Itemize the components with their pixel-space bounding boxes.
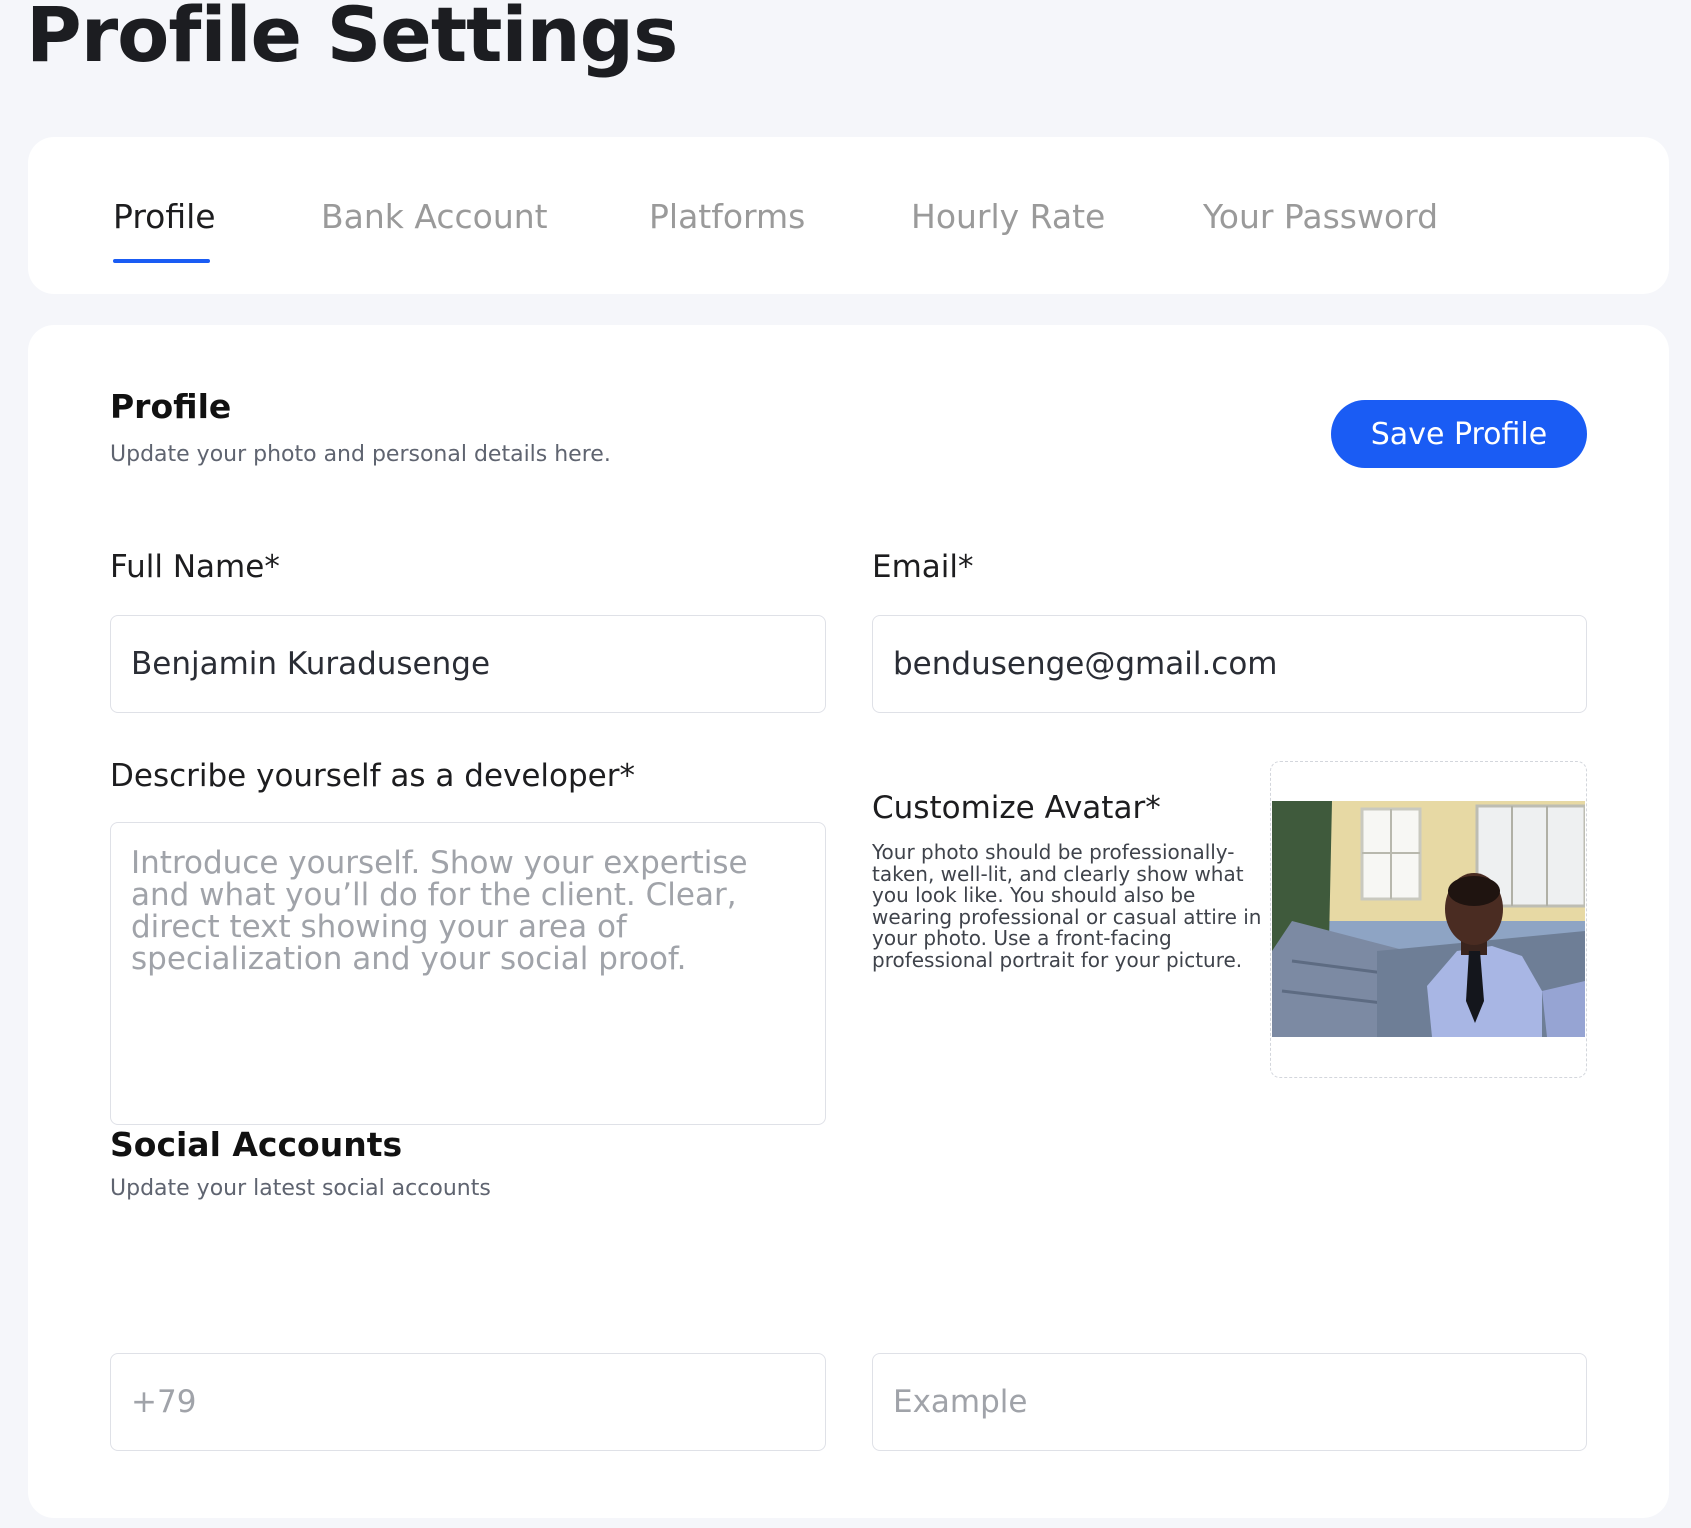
- profile-section-subtitle: Update your photo and personal details h…: [110, 442, 611, 467]
- settings-tabs: Profile Bank Account Platforms Hourly Ra…: [28, 137, 1669, 294]
- profile-section-title: Profile: [110, 387, 232, 426]
- full-name-label: Full Name*: [110, 549, 280, 585]
- tab-profile[interactable]: Profile: [113, 197, 216, 236]
- tab-bank-account[interactable]: Bank Account: [321, 197, 548, 236]
- save-profile-button[interactable]: Save Profile: [1331, 400, 1587, 468]
- full-name-input[interactable]: [110, 615, 826, 713]
- email-input[interactable]: [872, 615, 1587, 713]
- social-section-title: Social Accounts: [110, 1125, 403, 1164]
- social-example-input[interactable]: [872, 1353, 1587, 1451]
- avatar-label: Customize Avatar*: [872, 790, 1161, 826]
- tab-platforms[interactable]: Platforms: [649, 197, 805, 236]
- avatar-help-text: Your photo should be professionally-take…: [872, 840, 1262, 972]
- active-tab-indicator: [113, 259, 210, 263]
- bio-label: Describe yourself as a developer*: [110, 758, 636, 794]
- social-phone-input[interactable]: [110, 1353, 826, 1451]
- avatar-upload-area[interactable]: [1270, 761, 1587, 1078]
- social-section-subtitle: Update your latest social accounts: [110, 1176, 491, 1201]
- bio-textarea[interactable]: [110, 822, 826, 1125]
- tab-hourly-rate[interactable]: Hourly Rate: [911, 197, 1105, 236]
- email-label: Email*: [872, 549, 974, 585]
- profile-form-card: Profile Update your photo and personal d…: [28, 325, 1669, 1518]
- page-title: Profile Settings: [26, 0, 678, 79]
- tab-your-password[interactable]: Your Password: [1203, 197, 1438, 236]
- avatar-photo: [1272, 801, 1585, 1037]
